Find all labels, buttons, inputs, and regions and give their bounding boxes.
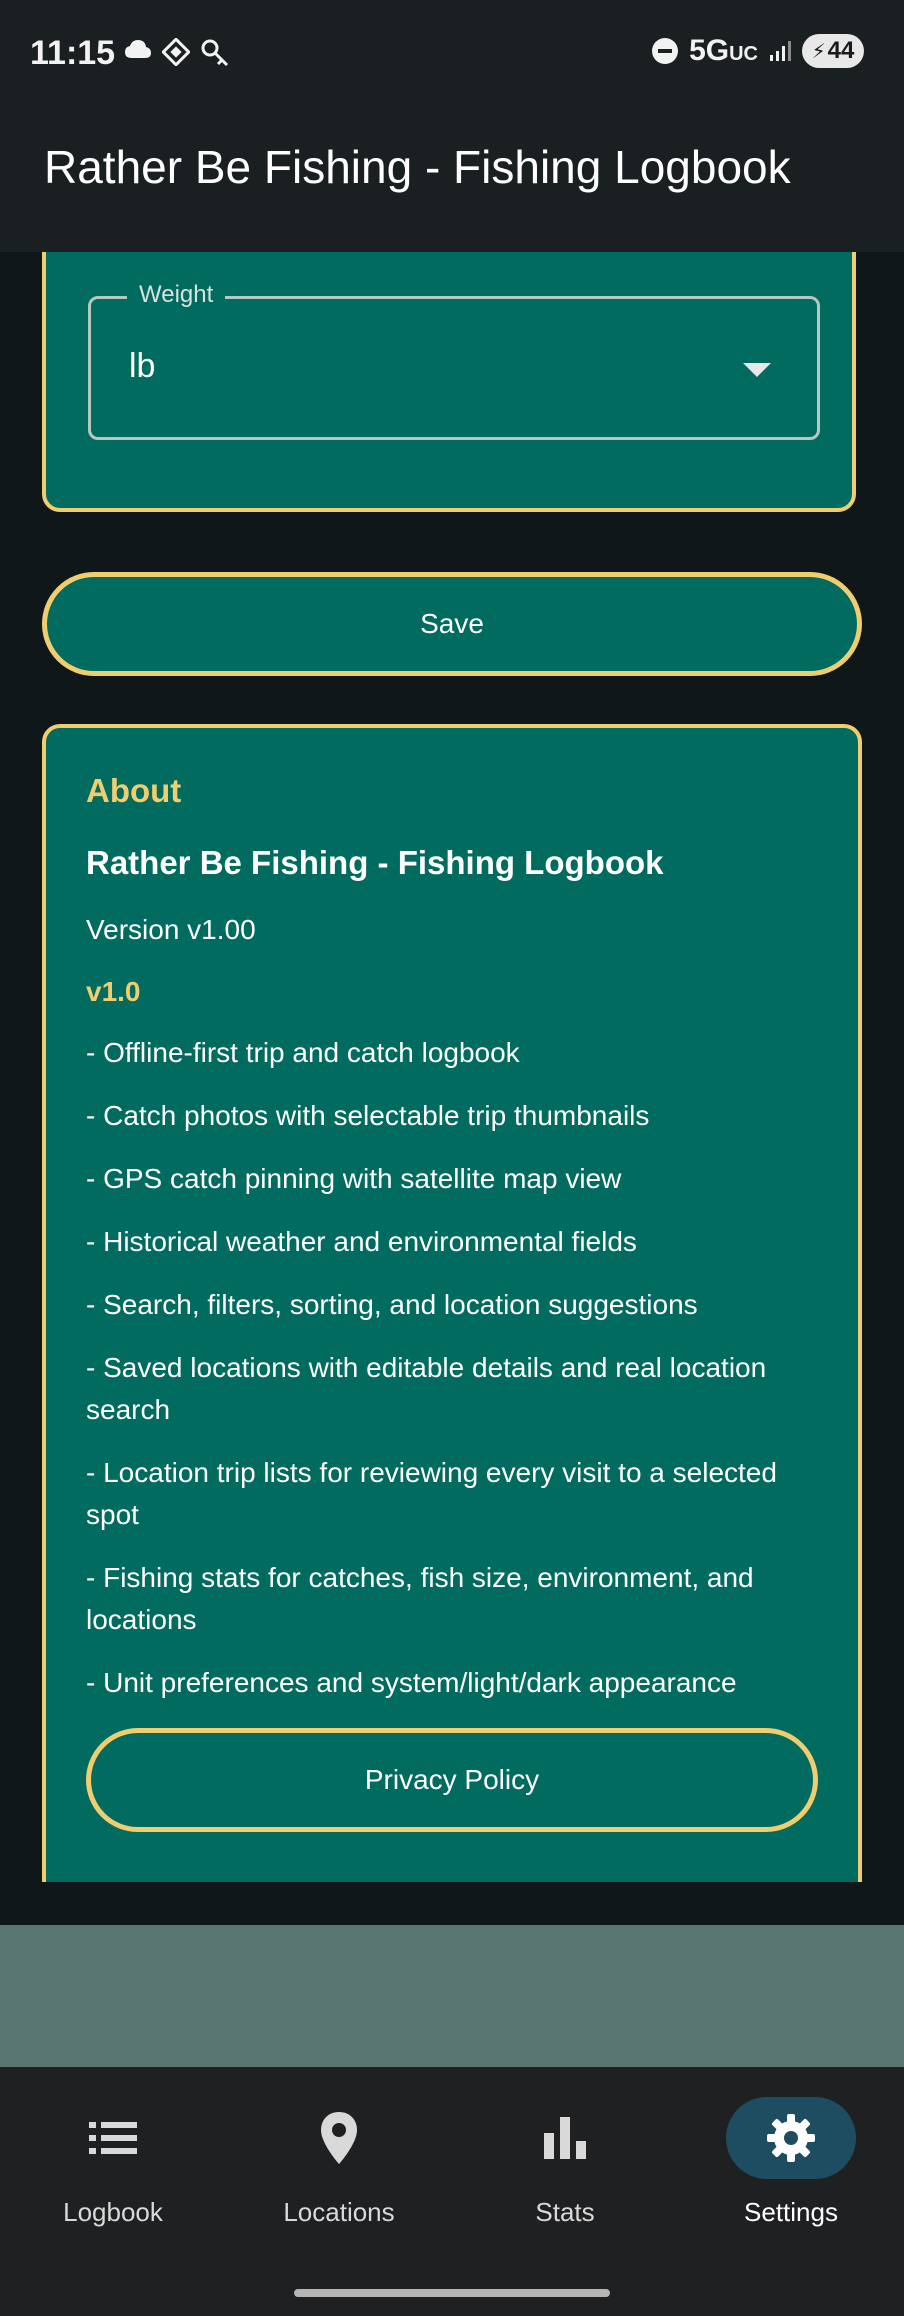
release-notes-list: - Offline-first trip and catch logbook -…	[86, 1032, 826, 1725]
home-indicator[interactable]	[294, 2289, 610, 2297]
list-item: - Saved locations with editable details …	[86, 1352, 767, 1425]
app-bar: Rather Be Fishing - Fishing Logbook	[0, 110, 904, 252]
nav-label-locations: Locations	[283, 2197, 395, 2227]
about-version: Version v1.00	[86, 914, 256, 945]
list-item: - Search, filters, sorting, and location…	[86, 1289, 698, 1320]
status-icons-left	[124, 38, 230, 68]
network-suffix: UC	[729, 43, 758, 65]
do-not-disturb-icon	[652, 38, 679, 64]
status-time: 11:15	[30, 34, 116, 72]
nav-label-logbook: Logbook	[63, 2197, 163, 2227]
app-title: Rather Be Fishing - Fishing Logbook	[44, 141, 791, 193]
weight-select[interactable]: Weight lb	[88, 281, 820, 440]
background-band	[0, 1925, 904, 2067]
nav-icon-container	[274, 2097, 404, 2179]
weight-label: Weight	[127, 281, 226, 309]
nav-item-logbook[interactable]: Logbook	[0, 2097, 226, 2257]
bar-chart-icon	[544, 2117, 586, 2159]
status-icons-right: 5GUC ⚡ 44	[651, 34, 864, 68]
nav-icon-container	[48, 2097, 178, 2179]
status-bar: 11:15 5GUC ⚡ 44	[0, 0, 904, 110]
about-card: About Rather Be Fishing - Fishing Logboo…	[42, 724, 862, 1882]
release-notes-title: v1.0	[86, 976, 141, 1007]
privacy-policy-button[interactable]: Privacy Policy	[86, 1728, 818, 1832]
nav-label-settings: Settings	[744, 2197, 838, 2227]
nav-item-settings[interactable]: Settings	[678, 2097, 904, 2257]
list-item: - Fishing stats for catches, fish size, …	[86, 1562, 754, 1635]
signal-icon	[770, 41, 791, 61]
save-button[interactable]: Save	[42, 572, 862, 676]
dropdown-arrow-icon[interactable]	[743, 363, 771, 377]
list-item: - Catch photos with selectable trip thum…	[86, 1100, 650, 1131]
nav-icon-container	[500, 2097, 630, 2179]
settings-scroll-area[interactable]: Weight lb Save About Rather Be Fishing -…	[0, 252, 904, 1882]
about-app-name: Rather Be Fishing - Fishing Logbook	[86, 844, 664, 881]
about-heading: About	[86, 772, 182, 809]
vpn-diamond-icon	[162, 38, 190, 66]
list-icon	[89, 2122, 137, 2154]
key-icon	[201, 39, 229, 67]
cloud-icon	[125, 40, 151, 58]
gear-icon	[767, 2114, 815, 2162]
network-label: 5G	[689, 34, 730, 67]
bottom-navigation: Logbook Locations Stats Settings	[0, 2067, 904, 2316]
nav-item-stats[interactable]: Stats	[452, 2097, 678, 2257]
weight-value: lb	[129, 347, 156, 385]
list-item: - Location trip lists for reviewing ever…	[86, 1457, 777, 1530]
units-card: Weight lb	[42, 252, 856, 512]
list-item: - Unit preferences and system/light/dark…	[86, 1667, 737, 1698]
location-pin-icon	[321, 2112, 357, 2164]
list-item: - Historical weather and environmental f…	[86, 1226, 637, 1257]
list-item: - GPS catch pinning with satellite map v…	[86, 1163, 622, 1194]
nav-item-locations[interactable]: Locations	[226, 2097, 452, 2257]
network-type: 5GUC	[689, 34, 758, 68]
battery-level: 44	[827, 37, 855, 64]
nav-label-stats: Stats	[535, 2197, 595, 2227]
nav-icon-container	[726, 2097, 856, 2179]
battery-icon: ⚡ 44	[802, 34, 864, 68]
list-item: - Offline-first trip and catch logbook	[86, 1037, 520, 1068]
